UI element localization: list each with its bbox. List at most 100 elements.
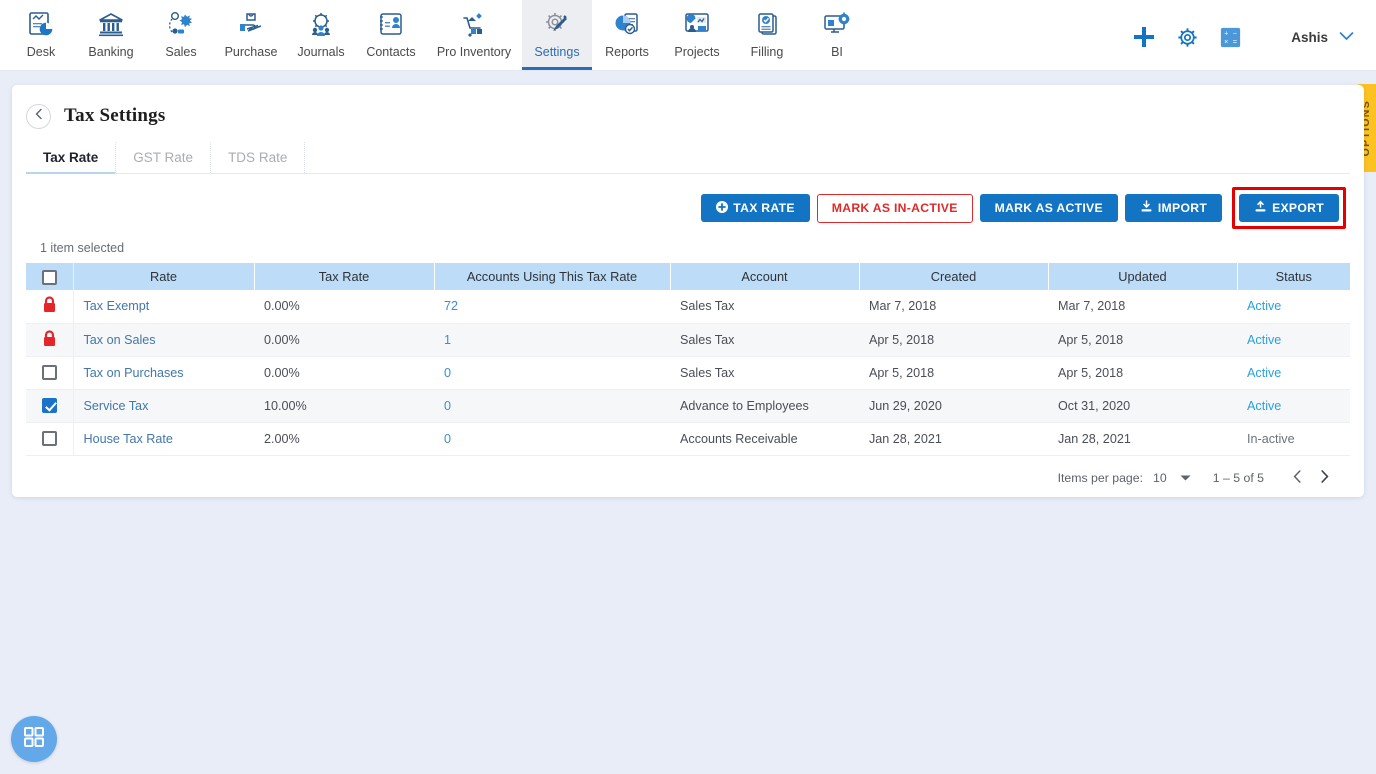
nav-item-banking[interactable]: Banking [76, 0, 146, 70]
cell-accounts-using: 1 [434, 323, 670, 357]
previous-page-button[interactable] [1284, 469, 1311, 486]
cell-created: Mar 7, 2018 [859, 290, 1048, 324]
accounts-count-link[interactable]: 1 [444, 333, 451, 347]
add-tax-rate-button[interactable]: TAX RATE [701, 194, 810, 222]
chevron-left-icon [34, 107, 44, 125]
svg-text:−: − [1233, 28, 1237, 37]
export-highlight-box: EXPORT [1232, 187, 1346, 229]
cell-created: Apr 5, 2018 [859, 356, 1048, 390]
table-body: Tax Exempt 0.00% 72 Sales Tax Mar 7, 201… [26, 290, 1350, 456]
items-per-page-chevron-down-icon[interactable] [1180, 471, 1191, 485]
nav-item-pro-inventory[interactable]: Pro Inventory [426, 0, 522, 70]
cell-status: In-active [1237, 422, 1350, 456]
accounts-count-link[interactable]: 0 [444, 399, 451, 413]
user-menu[interactable]: Ashis [1291, 28, 1354, 46]
nav-label: Journals [297, 45, 345, 59]
button-label: IMPORT [1157, 201, 1208, 215]
purchase-hand-bag-icon [236, 8, 266, 41]
tab-tds-rate[interactable]: TDS Rate [211, 142, 306, 173]
cell-rate: Tax Exempt [73, 290, 254, 324]
import-button[interactable]: IMPORT [1124, 194, 1223, 222]
row-select-cell [26, 422, 74, 456]
status-badge[interactable]: Active [1247, 366, 1281, 380]
nav-label: Settings [534, 45, 580, 59]
table-row[interactable]: Tax Exempt 0.00% 72 Sales Tax Mar 7, 201… [26, 290, 1350, 324]
nav-item-journals[interactable]: Journals [286, 0, 356, 70]
status-badge[interactable]: Active [1247, 299, 1281, 313]
nav-item-sales[interactable]: Sales [146, 0, 216, 70]
cell-tax-rate: 10.00% [254, 389, 434, 423]
select-all-checkbox[interactable] [41, 269, 57, 285]
column-header-accounts-using: Accounts Using This Tax Rate [434, 263, 671, 290]
apps-launcher-button[interactable] [11, 716, 57, 762]
row-checkbox[interactable] [41, 431, 57, 447]
row-select-cell [26, 389, 74, 423]
tab-gst-rate[interactable]: GST Rate [116, 142, 212, 173]
row-select-cell [26, 323, 74, 357]
calculator-icon[interactable]: + − × = [1218, 25, 1243, 50]
nav-item-bi[interactable]: BI [802, 0, 872, 70]
select-all-header-cell [26, 263, 74, 290]
plus-icon[interactable] [1131, 24, 1157, 50]
grid-apps-icon [22, 725, 46, 754]
tab-tax-rate[interactable]: Tax Rate [26, 142, 117, 174]
column-header-created: Created [859, 263, 1049, 290]
rate-link[interactable]: House Tax Rate [84, 432, 173, 446]
nav-label: BI [831, 45, 843, 59]
svg-text:=: = [1233, 37, 1237, 46]
cell-account: Accounts Receivable [670, 422, 859, 456]
status-badge[interactable]: Active [1247, 399, 1281, 413]
action-button-bar: TAX RATE MARK AS IN-ACTIVE MARK AS ACTIV… [12, 174, 1364, 229]
table-row[interactable]: Tax on Sales 0.00% 1 Sales Tax Apr 5, 20… [26, 323, 1350, 357]
cell-updated: Jan 28, 2021 [1048, 422, 1237, 456]
cell-status: Active [1237, 356, 1350, 390]
next-page-button[interactable] [1311, 469, 1338, 486]
column-header-account: Account [670, 263, 860, 290]
lock-icon [42, 296, 57, 316]
row-checkbox[interactable] [41, 365, 57, 381]
nav-item-projects[interactable]: Projects [662, 0, 732, 70]
accounts-count-link[interactable]: 0 [444, 432, 451, 446]
page-range-label: 1 – 5 of 5 [1212, 470, 1264, 485]
accounts-count-link[interactable]: 0 [444, 366, 451, 380]
nav-item-purchase[interactable]: Purchase [216, 0, 286, 70]
tax-rate-table-wrapper: Rate Tax Rate Accounts Using This Tax Ra… [12, 255, 1364, 456]
row-select-cell [26, 356, 74, 390]
cell-tax-rate: 0.00% [254, 323, 434, 357]
back-button[interactable] [26, 103, 51, 129]
cell-rate: House Tax Rate [73, 422, 254, 456]
paginator: Items per page: 10 1 – 5 of 5 [12, 456, 1364, 486]
export-button[interactable]: EXPORT [1239, 194, 1339, 222]
nav-item-settings[interactable]: Settings [522, 0, 592, 70]
import-download-icon [1140, 200, 1153, 216]
status-badge[interactable]: Active [1247, 333, 1281, 347]
gear-icon[interactable] [1175, 25, 1200, 50]
nav-item-reports[interactable]: Reports [592, 0, 662, 70]
nav-right-actions: + − × = Ashis [1131, 24, 1376, 70]
cell-rate: Service Tax [73, 389, 254, 423]
table-row[interactable]: Tax on Purchases 0.00% 0 Sales Tax Apr 5… [26, 356, 1350, 390]
cell-tax-rate: 0.00% [254, 290, 434, 324]
items-per-page-value[interactable]: 10 [1153, 471, 1167, 485]
cell-updated: Apr 5, 2018 [1048, 323, 1237, 357]
rate-link[interactable]: Tax on Sales [84, 333, 156, 347]
rate-link[interactable]: Tax on Purchases [84, 366, 184, 380]
mark-as-active-button[interactable]: MARK AS ACTIVE [979, 194, 1118, 222]
row-checkbox[interactable] [41, 398, 57, 414]
filling-documents-icon [752, 8, 782, 41]
table-header-row: Rate Tax Rate Accounts Using This Tax Ra… [26, 263, 1350, 290]
rate-link[interactable]: Service Tax [84, 399, 149, 413]
cell-status: Active [1237, 389, 1350, 423]
user-name: Ashis [1291, 29, 1328, 45]
table-row[interactable]: House Tax Rate 2.00% 0 Accounts Receivab… [26, 422, 1350, 456]
accounts-count-link[interactable]: 72 [444, 299, 458, 313]
mark-as-inactive-button[interactable]: MARK AS IN-ACTIVE [816, 193, 973, 223]
cell-account: Sales Tax [670, 356, 859, 390]
nav-item-filling[interactable]: Filling [732, 0, 802, 70]
rate-link[interactable]: Tax Exempt [84, 299, 150, 313]
cell-created: Jun 29, 2020 [859, 389, 1048, 423]
table-row[interactable]: Service Tax 10.00% 0 Advance to Employee… [26, 389, 1350, 423]
nav-item-contacts[interactable]: Contacts [356, 0, 426, 70]
nav-label: Desk [26, 45, 56, 59]
nav-item-desk[interactable]: Desk [6, 0, 76, 70]
